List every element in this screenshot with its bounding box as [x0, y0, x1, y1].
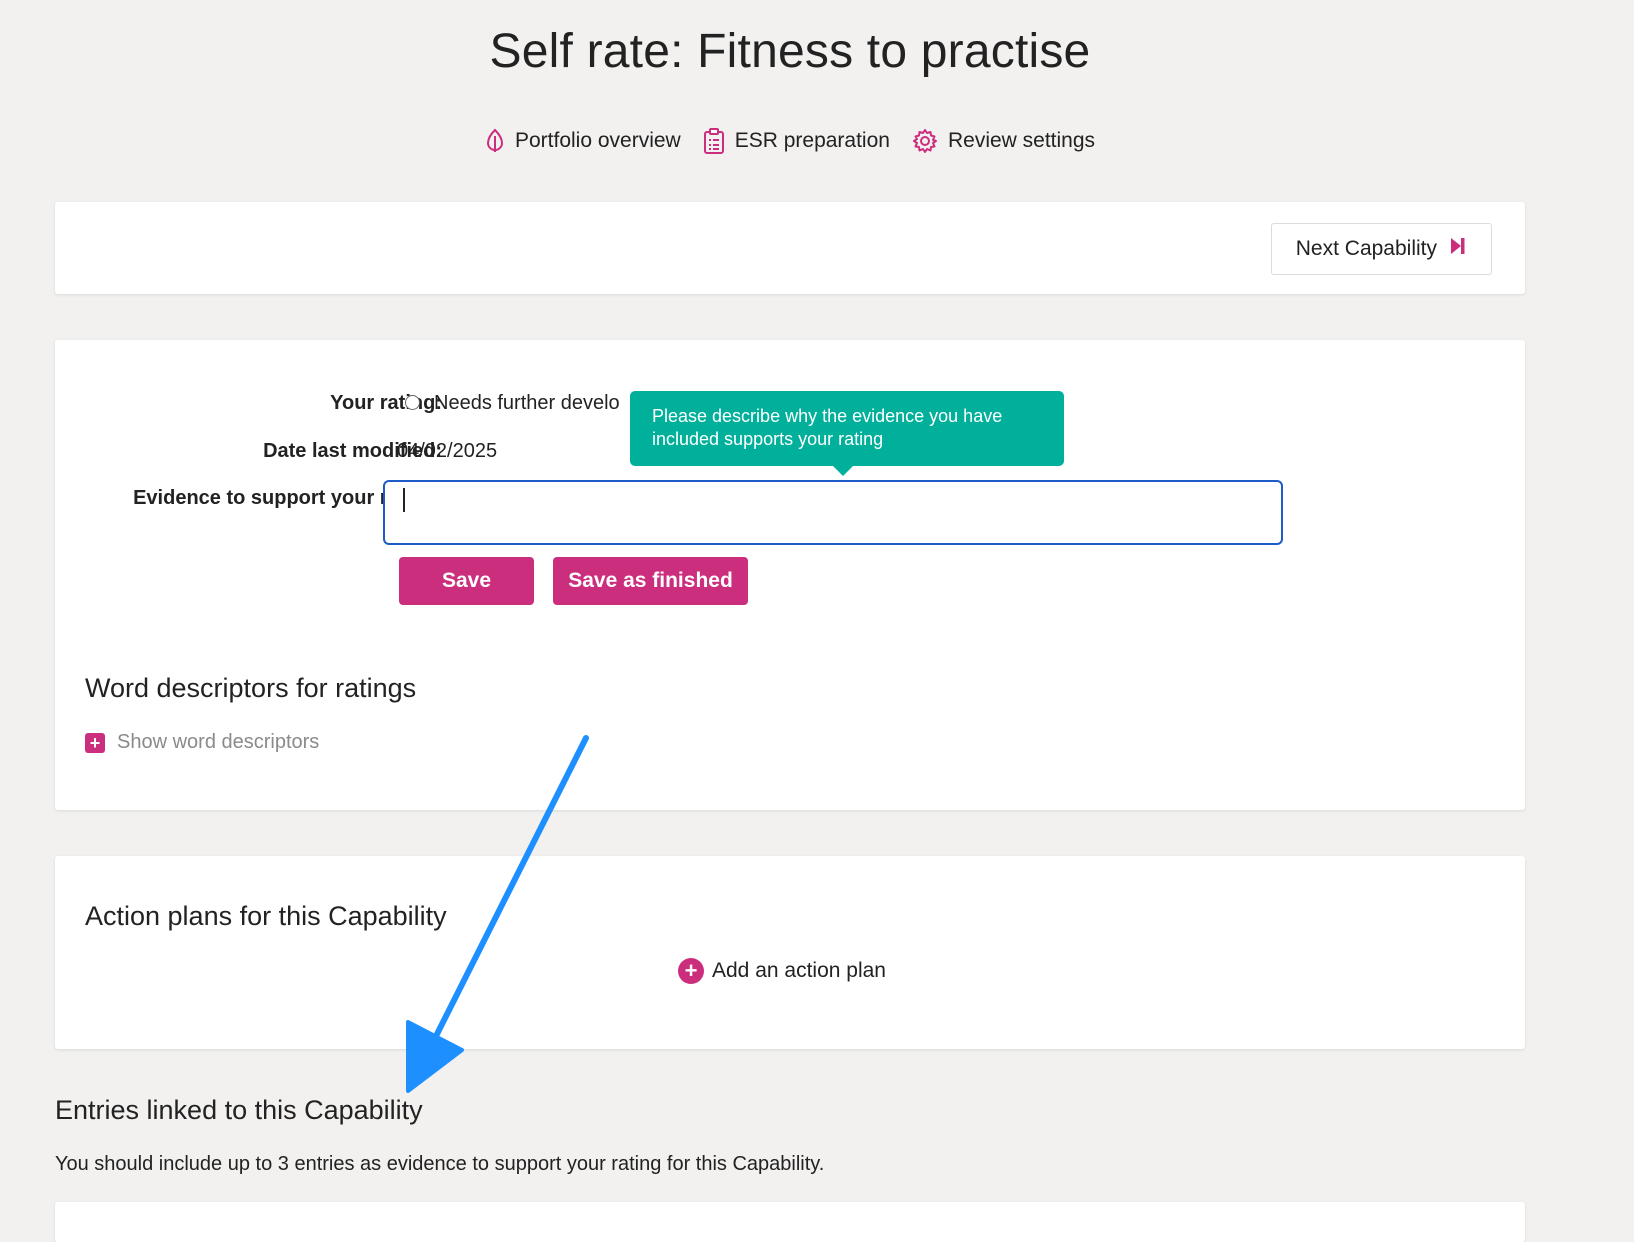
date-value: 04/02/2025 — [397, 440, 498, 462]
entries-card — [55, 1202, 1525, 1242]
text-caret — [403, 488, 405, 512]
subnav-review-settings[interactable]: Review settings — [912, 128, 1095, 154]
tooltip-line-1: Please describe why the evidence you hav… — [652, 406, 1003, 426]
evidence-tooltip: Please describe why the evidence you hav… — [630, 391, 1064, 466]
entries-heading: Entries linked to this Capability — [55, 1095, 423, 1125]
word-descriptors-heading: Word descriptors for ratings — [85, 673, 417, 703]
action-plans-card: Action plans for this Capability + Add a… — [55, 856, 1525, 1049]
subnav-esr-preparation[interactable]: ESR preparation — [703, 128, 890, 154]
subnav-label: Review settings — [947, 129, 1096, 152]
add-action-plan-button[interactable]: + Add an action plan — [678, 958, 886, 984]
entries-description: You should include up to 3 entries as ev… — [55, 1153, 825, 1175]
save-button[interactable]: Save — [399, 557, 534, 605]
clipboard-icon — [703, 128, 725, 154]
subnav-label: Portfolio overview — [514, 129, 681, 152]
gear-icon — [912, 128, 938, 154]
subnav-label: ESR preparation — [734, 129, 890, 152]
rating-option-label: Needs further develo — [434, 392, 620, 414]
expand-plus-icon[interactable]: + — [85, 733, 105, 753]
next-capability-button[interactable]: Next Capability — [1270, 223, 1492, 275]
page-title: Self rate: Fitness to practise — [489, 25, 1091, 78]
rating-radio-needs-further-development[interactable] — [405, 395, 420, 410]
portfolio-subnav: Portfolio overview ESR preparation Revie… — [0, 128, 1580, 154]
tooltip-line-2: included supports your rating — [652, 429, 884, 449]
evidence-field[interactable] — [383, 480, 1283, 545]
rating-label: Your rating: — [330, 392, 442, 414]
add-action-plan-label: Add an action plan — [712, 959, 886, 982]
skip-next-icon — [1449, 236, 1467, 262]
action-plans-heading: Action plans for this Capability — [85, 901, 447, 931]
tooltip-pointer — [832, 465, 854, 476]
show-word-descriptors-link[interactable]: Show word descriptors — [117, 731, 319, 754]
navigation-card: Next Capability — [55, 202, 1525, 294]
next-capability-label: Next Capability — [1295, 237, 1437, 260]
subnav-portfolio-overview[interactable]: Portfolio overview — [485, 128, 681, 154]
plus-circle-icon: + — [678, 958, 704, 984]
save-as-finished-button[interactable]: Save as finished — [553, 557, 748, 605]
leaf-icon — [485, 128, 505, 154]
